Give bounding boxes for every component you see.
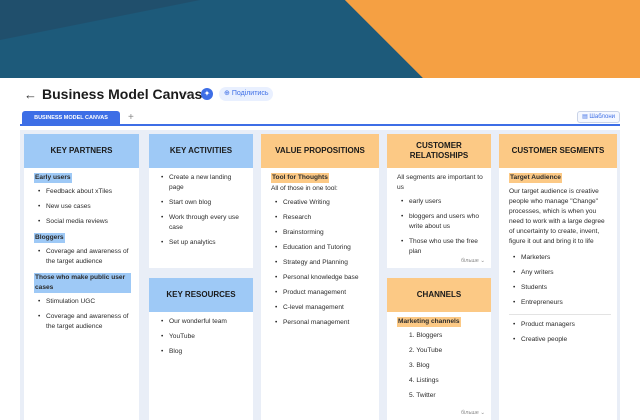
list-item: 2. YouTube xyxy=(409,347,443,354)
list-item: Brainstorming xyxy=(271,228,373,238)
add-tab-button[interactable]: + xyxy=(128,111,134,124)
show-more-link[interactable]: більше ⌄ xyxy=(461,256,485,266)
card-title: KEY ACTIVITIES xyxy=(149,134,253,168)
list-item: Creative Writing xyxy=(271,198,373,208)
section-heading: Bloggers xyxy=(34,233,65,243)
list-item: 4. Listings xyxy=(409,377,439,384)
card-body: Target Audience Our target audience is c… xyxy=(499,168,617,420)
key-activities-card[interactable]: KEY ACTIVITIES Create a new landing page… xyxy=(149,134,253,268)
list-item: Any writers xyxy=(509,268,611,278)
share-label: Поділитись xyxy=(231,90,269,97)
section-heading: Tool for Thoughts xyxy=(271,173,329,183)
customer-relationships-card[interactable]: CUSTOMER RELATIOSHIPS All segments are i… xyxy=(387,134,491,268)
list-item: YouTube xyxy=(157,332,247,342)
list-item: Entrepreneurs xyxy=(509,298,611,308)
list-item: Personal management xyxy=(271,318,373,328)
list-item: Create a new landing page xyxy=(157,173,247,193)
back-arrow-icon[interactable]: ← xyxy=(24,87,37,102)
tab-business-model-canvas[interactable]: BUSINESS MODEL CANVAS xyxy=(22,111,120,126)
list-item: Marketers xyxy=(509,253,611,263)
avatar[interactable]: ✦ xyxy=(201,88,213,100)
list-item: C-level management xyxy=(271,303,373,313)
card-title: VALUE PROPOSITIONS xyxy=(261,134,379,168)
card-title: CUSTOMER SEGMENTS xyxy=(499,134,617,168)
card-body: Early users Feedback about xTiles New us… xyxy=(24,168,139,420)
list-item: Product management xyxy=(271,288,373,298)
list-item: Product managers xyxy=(509,320,611,330)
card-title: KEY RESOURCES xyxy=(149,278,253,312)
list-item: Students xyxy=(509,283,611,293)
list-item: Our wonderful team xyxy=(157,317,247,327)
card-body: All segments are important to us early u… xyxy=(387,168,491,268)
list-item: 1. Bloggers xyxy=(409,332,443,339)
section-heading: Those who make public user cases xyxy=(34,273,131,293)
section-heading: Target Audience xyxy=(509,173,562,183)
section-heading: Marketing channels xyxy=(397,317,461,327)
title-bar: ← Business Model Canvas ··· ✦ ⊕ Поділити… xyxy=(0,78,640,110)
divider xyxy=(509,314,611,315)
section-heading: Early users xyxy=(34,173,72,183)
card-body: Marketing channels 1. Bloggers 2. YouTub… xyxy=(387,312,491,420)
templates-button[interactable]: ▤ Шаблони xyxy=(577,111,620,123)
more-options-icon[interactable]: ··· xyxy=(180,86,195,100)
templates-label: Шаблони xyxy=(589,114,615,120)
canvas-board: KEY PARTNERS Early users Feedback about … xyxy=(20,130,620,420)
list-item: Research xyxy=(271,213,373,223)
intro-text: Our target audience is creative people w… xyxy=(509,188,605,245)
list-item: 5. Twitter xyxy=(409,392,436,399)
list-item: Feedback about xTiles xyxy=(34,187,131,197)
list-item: Blog xyxy=(157,347,247,357)
key-resources-card[interactable]: KEY RESOURCES Our wonderful team YouTube… xyxy=(149,278,253,420)
banner-graphic xyxy=(0,0,640,80)
intro-text: All of those in one tool: xyxy=(271,185,338,192)
key-partners-card[interactable]: KEY PARTNERS Early users Feedback about … xyxy=(24,134,139,420)
list-item: 3. Blog xyxy=(409,362,430,369)
page-title: Business Model Canvas xyxy=(42,86,203,102)
card-body: Our wonderful team YouTube Blog xyxy=(149,312,253,420)
show-more-link[interactable]: більше ⌄ xyxy=(461,408,485,418)
list-item: Coverage and awareness of the target aud… xyxy=(34,312,131,332)
globe-icon: ⊕ xyxy=(224,90,232,97)
list-item: Strategy and Planning xyxy=(271,258,373,268)
list-item: Education and Tutoring xyxy=(271,243,373,253)
header-banner xyxy=(0,0,640,80)
card-title: CUSTOMER RELATIOSHIPS xyxy=(387,134,491,168)
intro-text: All segments are important to us xyxy=(397,174,483,191)
list-item: bloggers and users who write about us xyxy=(397,212,485,232)
list-item: Social media reviews xyxy=(34,217,131,227)
list-item: Stimulation UGC xyxy=(34,297,131,307)
list-item: Coverage and awareness of the target aud… xyxy=(34,247,131,267)
share-button[interactable]: ⊕ Поділитись xyxy=(219,87,274,101)
list-item: Personal knowledge base xyxy=(271,273,373,283)
card-title: CHANNELS xyxy=(387,278,491,312)
list-item: Start own blog xyxy=(157,198,247,208)
tab-bar: BUSINESS MODEL CANVAS + ▤ Шаблони xyxy=(20,111,620,126)
customer-segments-card[interactable]: CUSTOMER SEGMENTS Target Audience Our ta… xyxy=(499,134,617,420)
list-item: Creative people xyxy=(509,335,611,345)
card-body: Create a new landing page Start own blog… xyxy=(149,168,253,268)
value-propositions-card[interactable]: VALUE PROPOSITIONS Tool for Thoughts All… xyxy=(261,134,379,420)
channels-card[interactable]: CHANNELS Marketing channels 1. Bloggers … xyxy=(387,278,491,420)
card-body: Tool for Thoughts All of those in one to… xyxy=(261,168,379,420)
app-window: ← Business Model Canvas ··· ✦ ⊕ Поділити… xyxy=(0,78,640,420)
list-item: early users xyxy=(397,197,485,207)
list-item: Work through every use case xyxy=(157,213,247,233)
card-title: KEY PARTNERS xyxy=(24,134,139,168)
list-item: Set up analytics xyxy=(157,238,247,248)
list-item: New use cases xyxy=(34,202,131,212)
